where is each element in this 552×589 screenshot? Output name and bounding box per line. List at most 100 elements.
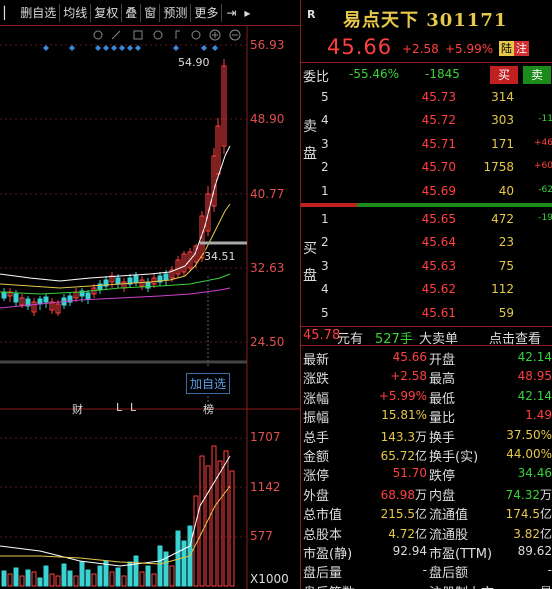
volume-tick: 577: [250, 529, 273, 543]
ask-price: 45.71: [421, 136, 456, 151]
bid-volume: 23: [498, 235, 514, 250]
volume-bar: [25, 569, 31, 587]
export-icon[interactable]: ⇥: [222, 4, 240, 22]
stat-label: 换手(实): [429, 449, 479, 465]
ask-volume: 1758: [483, 160, 514, 175]
bid-row[interactable]: 1 45.65 472 -19: [301, 208, 552, 232]
add-favorite-button[interactable]: 加自选: [186, 373, 231, 394]
price-tick: 48.90: [250, 112, 285, 126]
bid-price: 45.62: [421, 282, 456, 297]
volume-bar: [91, 573, 97, 587]
more-button[interactable]: 更多: [191, 3, 223, 22]
magnet-icon: [153, 30, 163, 40]
stat-value-num: 89.62: [517, 543, 552, 558]
volume-bar: [199, 455, 205, 587]
window-button[interactable]: 窗: [141, 3, 161, 22]
stat-value-num: 74.32: [505, 487, 540, 502]
stat-value: +5.99%: [355, 389, 427, 403]
view-details-link[interactable]: 点击查看: [489, 328, 541, 347]
stat-value-num: 51.70: [392, 466, 427, 481]
volume-bar: [115, 567, 121, 587]
ask-level: 5: [321, 90, 329, 104]
forecast-button[interactable]: 预测: [160, 3, 192, 22]
remove-favorite-button[interactable]: 删自选: [17, 3, 61, 22]
ask-price: 45.70: [421, 160, 456, 175]
ask-volume: 40: [498, 183, 514, 198]
stat-value-num: -: [547, 563, 552, 578]
chart-tools: [93, 29, 241, 41]
stat-label: 涨幅: [303, 391, 330, 407]
kline-chart[interactable]: 54.90 34.51 56.93 48.90 40.77 32.63 24.5…: [0, 26, 300, 589]
ask-price: 45.73: [421, 90, 456, 104]
adjust-price-button[interactable]: 复权: [91, 3, 123, 22]
stat-unit: 亿: [414, 526, 427, 541]
stats-row: 盘后量 - 盘后额 -: [301, 561, 552, 581]
ask-row[interactable]: 3 45.71 171 +46: [301, 133, 552, 157]
stat-value: 是: [479, 583, 552, 589]
bid-price: 45.61: [421, 305, 456, 320]
volume-bar: [13, 567, 19, 587]
stat-label: 内盘: [429, 488, 456, 504]
volume-bar: [205, 465, 211, 587]
kline-svg[interactable]: [0, 26, 300, 589]
stat-unit: 亿: [539, 507, 552, 522]
volume-bar: [121, 575, 127, 587]
volume-bar: [145, 565, 151, 587]
price-tick: 24.50: [250, 335, 285, 349]
stat-value: 215.5亿: [355, 505, 427, 522]
ask-row[interactable]: 2 45.70 1758 +60: [301, 156, 552, 180]
sell-button[interactable]: 卖: [523, 66, 551, 84]
volume-bar: [55, 575, 61, 587]
stat-unit: 亿: [539, 526, 552, 541]
volume-unit: X1000: [250, 572, 289, 586]
ask-volume-change: -11: [538, 114, 552, 125]
stat-value: -: [479, 563, 552, 577]
chart-toolbar: ▏ 删自选 均线 复权 叠 窗 预测 更多 ⇥ ▸: [0, 0, 300, 26]
stat-value-num: 48.95: [517, 369, 552, 384]
stat-label: 最高: [429, 372, 456, 388]
candle-body: [37, 298, 43, 305]
volume-bar: [151, 573, 157, 587]
ask-row[interactable]: 5 45.73 314: [301, 86, 552, 110]
price-tick: 40.77: [250, 187, 285, 201]
stat-unit: 亿: [414, 507, 427, 522]
volume-bar: [61, 563, 67, 587]
stat-value: 74.32万: [479, 486, 552, 503]
moving-average-button[interactable]: 均线: [60, 3, 92, 22]
volume-bar: [169, 565, 175, 587]
ask-volume-change: +60: [534, 161, 552, 172]
stat-label: 总市值: [303, 508, 343, 524]
ask-row[interactable]: 1 45.69 40 -62: [301, 180, 552, 204]
stat-value: 89.62: [479, 544, 552, 558]
stat-label: 开盘: [429, 353, 456, 368]
bid-row[interactable]: 2 45.64 23: [301, 231, 552, 255]
candle-body: [133, 275, 139, 283]
stat-value: 4.72亿: [355, 525, 427, 542]
bid-row[interactable]: 4 45.62 112: [301, 278, 552, 302]
bid-row[interactable]: 3 45.63 75: [301, 255, 552, 279]
ask-row[interactable]: 4 45.72 303 -11: [301, 109, 552, 133]
collapse-icon[interactable]: ▏: [0, 4, 17, 22]
bid-book: 买 盘 1 45.65 472 -19 2 45.64 23 3 45.63 75 4 45.62 11…: [301, 208, 552, 326]
bid-volume: 112: [491, 282, 514, 297]
bid-row[interactable]: 5 45.61 59: [301, 302, 552, 326]
stat-value: 45.66: [355, 350, 427, 364]
volume-bar: [19, 575, 25, 587]
overlay-button[interactable]: 叠: [122, 3, 142, 22]
volume-bar: [67, 570, 73, 587]
volume-bar: [31, 571, 37, 587]
title-row: R 易点天下 301171: [301, 0, 552, 34]
ask-volume-change: +46: [534, 137, 552, 148]
volume-bar: [109, 571, 115, 587]
stat-value-num: 是: [540, 585, 552, 589]
stat-value: 51.70: [355, 466, 427, 480]
candle-body: [163, 273, 169, 281]
ask-volume: 303: [491, 113, 514, 128]
stat-value-num: -: [422, 563, 427, 578]
stat-value: -: [355, 583, 427, 589]
buy-button[interactable]: 买: [490, 66, 518, 84]
ask-level: 4: [321, 113, 329, 128]
stat-label: 流通值: [429, 508, 469, 524]
next-arrow-icon[interactable]: ▸: [240, 4, 254, 22]
stat-value-num: 65.72: [380, 448, 415, 463]
